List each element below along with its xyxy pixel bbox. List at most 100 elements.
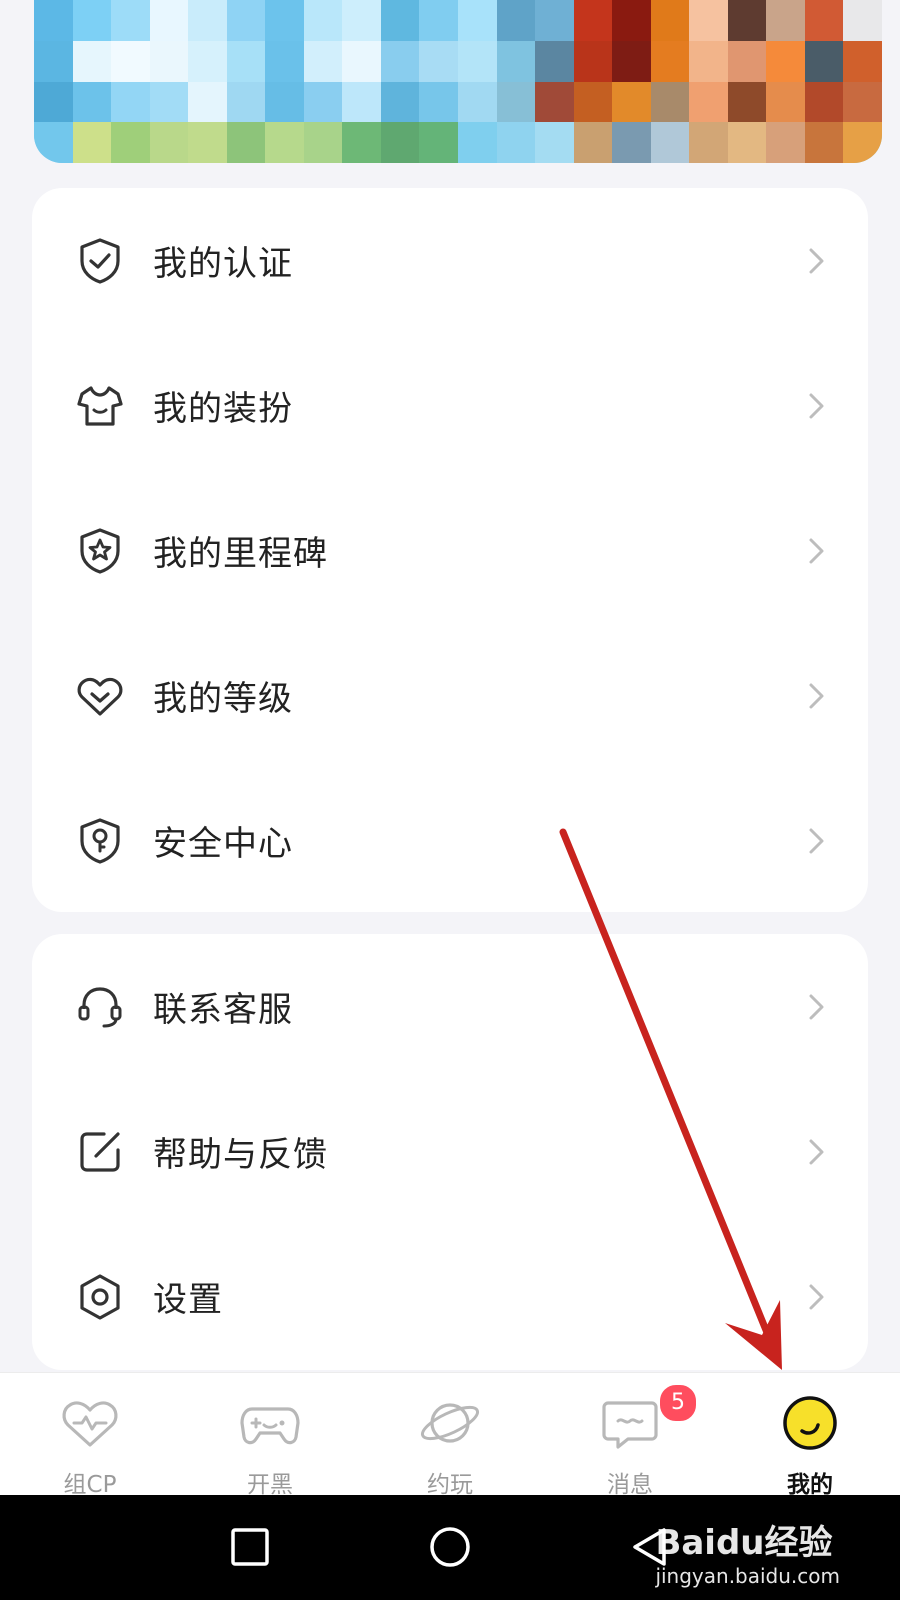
banner-mosaic-tile xyxy=(496,0,536,41)
shirt-icon xyxy=(74,380,126,432)
banner-mosaic-tile xyxy=(149,81,189,123)
banner-mosaic-tile xyxy=(535,122,574,163)
banner-mosaic-tile xyxy=(650,81,690,123)
banner-mosaic-tile xyxy=(612,0,651,41)
banner-mosaic-tile xyxy=(650,0,690,41)
menu-item-level[interactable]: 我的等级 xyxy=(32,623,868,768)
banner-mosaic-tile xyxy=(766,122,805,163)
banner-mosaic-tile xyxy=(72,40,112,82)
planet-icon xyxy=(418,1393,482,1453)
banner-mosaic-tile xyxy=(188,81,227,123)
chevron-right-icon xyxy=(806,990,828,1024)
banner-mosaic-tile xyxy=(72,81,112,123)
banner-mosaic-tile xyxy=(419,40,458,82)
banner-mosaic-tile xyxy=(226,81,266,123)
banner-mosaic-tile xyxy=(380,40,420,82)
tab-label: 我的 xyxy=(787,1472,833,1498)
tab-label: 约玩 xyxy=(427,1472,473,1498)
banner-mosaic-tile xyxy=(689,40,728,82)
hexagon-gear-icon xyxy=(74,1271,126,1323)
banner-mosaic-tile xyxy=(303,0,343,41)
banner-mosaic-tile xyxy=(111,40,150,82)
banner-mosaic-tile xyxy=(689,0,728,41)
banner-mosaic-tile xyxy=(34,81,73,123)
banner-mosaic-tile xyxy=(265,81,304,123)
banner-mosaic-tile xyxy=(804,122,844,163)
chevron-right-icon xyxy=(806,389,828,423)
banner-mosaic-tile xyxy=(573,122,613,163)
banner-mosaic-tile xyxy=(303,40,343,82)
banner-mosaic-tile xyxy=(766,0,805,41)
banner-mosaic-tile xyxy=(149,122,189,163)
banner-mosaic-tile xyxy=(380,0,420,41)
menu-item-help-feedback[interactable]: 帮助与反馈 xyxy=(32,1079,868,1224)
chevron-right-icon xyxy=(806,244,828,278)
banner-mosaic-tile xyxy=(535,40,574,82)
banner-mosaic-tile xyxy=(689,122,728,163)
banner-mosaic-tile xyxy=(766,81,805,123)
banner-mosaic-tile xyxy=(111,0,150,41)
banner-mosaic-tile xyxy=(573,0,613,41)
banner-image xyxy=(34,0,882,163)
tab-kaihei[interactable]: 开黑 xyxy=(180,1373,360,1498)
menu-item-label: 我的装扮 xyxy=(153,389,293,429)
shield-check-icon xyxy=(74,235,126,287)
banner-mosaic-tile xyxy=(458,40,497,82)
banner-mosaic-tile xyxy=(419,81,458,123)
recent-apps-icon[interactable] xyxy=(228,1525,272,1569)
menu-item-certification[interactable]: 我的认证 xyxy=(32,188,868,333)
tab-messages[interactable]: 5 消息 xyxy=(540,1373,720,1498)
menu-item-milestone[interactable]: 我的里程碑 xyxy=(32,478,868,623)
banner-mosaic-tile xyxy=(535,0,574,41)
banner-mosaic-tile xyxy=(727,122,767,163)
banner-mosaic-tile xyxy=(34,0,73,41)
menu-item-settings[interactable]: 设置 xyxy=(32,1224,868,1369)
menu-item-label: 我的里程碑 xyxy=(153,534,328,574)
tab-zucp[interactable]: 组CP xyxy=(0,1373,180,1498)
banner-mosaic-tile xyxy=(612,122,651,163)
banner-mosaic-tile xyxy=(496,122,536,163)
promo-banner[interactable] xyxy=(34,0,882,163)
banner-mosaic-tile xyxy=(111,81,150,123)
watermark-url: jingyan.baidu.com xyxy=(655,1564,840,1588)
banner-mosaic-tile xyxy=(34,40,73,82)
home-icon[interactable] xyxy=(428,1525,472,1569)
banner-mosaic-tile xyxy=(843,122,882,163)
gamepad-icon xyxy=(238,1393,302,1453)
banner-mosaic-tile xyxy=(149,40,189,82)
menu-item-customer-service[interactable]: 联系客服 xyxy=(32,934,868,1079)
banner-mosaic-tile xyxy=(496,40,536,82)
chevron-right-icon xyxy=(806,1280,828,1314)
banner-mosaic-tile xyxy=(34,122,73,163)
tab-yuewan[interactable]: 约玩 xyxy=(360,1373,540,1498)
chevron-right-icon xyxy=(806,679,828,713)
menu-item-label: 我的等级 xyxy=(153,679,293,719)
banner-mosaic-tile xyxy=(727,81,767,123)
banner-mosaic-tile xyxy=(804,81,844,123)
banner-mosaic-tile xyxy=(650,122,690,163)
banner-mosaic-tile xyxy=(188,122,227,163)
menu-item-label: 设置 xyxy=(153,1280,223,1320)
banner-mosaic-tile xyxy=(496,81,536,123)
baidu-jingyan-watermark: Baidu经验 jingyan.baidu.com xyxy=(655,1515,840,1588)
banner-mosaic-tile xyxy=(727,40,767,82)
banner-mosaic-tile xyxy=(458,122,497,163)
heart-pulse-icon xyxy=(58,1393,122,1453)
banner-mosaic-tile xyxy=(380,122,420,163)
banner-mosaic-tile xyxy=(265,122,304,163)
menu-item-dressup[interactable]: 我的装扮 xyxy=(32,333,868,478)
banner-mosaic-tile xyxy=(72,0,112,41)
chevron-right-icon xyxy=(806,534,828,568)
chevron-right-icon xyxy=(806,1135,828,1169)
heart-chevron-icon xyxy=(74,670,126,722)
banner-mosaic-tile xyxy=(458,81,497,123)
banner-mosaic-tile xyxy=(226,122,266,163)
menu-card-primary: 我的认证 我的装扮 我的里程碑 我的等级 安全中心 xyxy=(32,188,868,912)
headset-icon xyxy=(74,981,126,1033)
banner-mosaic-tile xyxy=(650,40,690,82)
banner-mosaic-tile xyxy=(342,81,381,123)
menu-item-security-center[interactable]: 安全中心 xyxy=(32,768,868,913)
menu-card-secondary: 联系客服 帮助与反馈 设置 xyxy=(32,934,868,1370)
tab-mine[interactable]: 我的 xyxy=(720,1373,900,1498)
menu-item-label: 联系客服 xyxy=(153,990,293,1030)
